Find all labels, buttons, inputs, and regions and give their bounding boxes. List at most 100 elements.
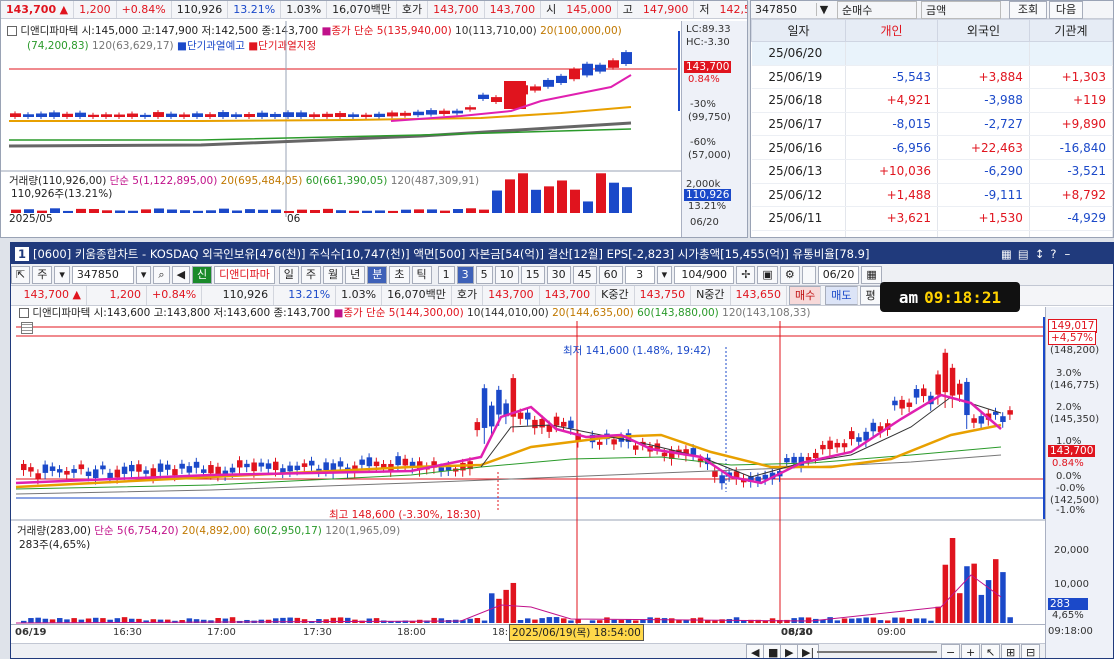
search-icon[interactable]: ⌕ [153,265,170,284]
net-buy-select[interactable]: 순매수 [837,1,917,19]
table-row[interactable]: 25/06/16 -6,956 +22,463 -16,840 [751,135,1113,160]
minimize-icon[interactable]: – [1065,247,1071,261]
main-vol-tag: 283 [1048,598,1088,610]
scroll-right-icon[interactable]: ▶ [780,644,799,658]
interval-button[interactable]: 60 [598,265,623,284]
interval-input[interactable]: 3 [624,265,655,284]
stock-code-input[interactable]: 347850 [71,265,134,284]
pin-icon[interactable]: ↕ [1035,247,1045,261]
candle [309,456,315,471]
interval-button[interactable]: 10 [494,265,519,284]
candle [71,465,77,478]
table-row[interactable]: 25/06/11 +3,621 +1,530 -4,929 [751,206,1113,231]
period-button[interactable]: 초 [389,265,410,284]
volume-bar [337,617,344,623]
candle [330,459,337,479]
table-row[interactable]: 25/06/19 -5,543 +3,884 +1,303 [751,65,1113,90]
zoom-out-icon[interactable]: − [941,644,961,658]
period-button[interactable]: 일 [278,265,299,284]
volume-bar [611,619,617,623]
type-select[interactable]: 주 [32,265,53,284]
candle [849,427,855,446]
table-row[interactable]: 25/06/10+4,358-8,473+3,695 [751,230,1113,237]
period-button[interactable]: 년 [345,265,366,284]
link-icon[interactable]: ▦ [1001,247,1012,261]
volume-bar [863,617,869,623]
interval-button[interactable]: 30 [546,265,571,284]
table-row[interactable]: 25/06/17 -8,015 -2,727 +9,890 [751,112,1113,137]
interval-button[interactable]: 15 [520,265,545,284]
table-row[interactable]: 25/06/20 [751,41,1113,66]
layout-icon[interactable]: ▤ [1018,247,1029,261]
table-row[interactable]: 25/06/12 +1,488 -9,111 +8,792 [751,183,1113,208]
ma120-line [15,454,1002,495]
help-icon[interactable]: ? [1050,247,1056,261]
date-input[interactable]: 06/20 [817,265,860,284]
period-button[interactable]: 분 [367,265,388,284]
scroll-bar[interactable]: ◀ ■ ▶ ▶| − + ↖ ⊞ ⊟ [11,643,1045,658]
scroll-left-icon[interactable]: ◀ [746,644,765,658]
grid-icon[interactable]: ⊞ [1001,644,1021,658]
top-axis-label: -30% [690,99,716,110]
query-button[interactable]: 조회 [1009,1,1047,19]
candle [36,111,47,119]
k-mid-label: K중간 [596,286,635,305]
settings-icon[interactable]: ⚙ [779,265,800,284]
date-checkbox[interactable] [801,265,816,284]
volume-bar [557,180,567,213]
candle [971,414,977,429]
period-button[interactable]: 주 [300,265,322,284]
investor-code-input[interactable]: 347850 [751,3,817,16]
candle [827,436,833,456]
candle [127,111,138,119]
period-button[interactable]: 월 [323,265,344,284]
volume-bar [42,618,49,623]
type-dropdown-icon[interactable]: ▾ [54,265,70,284]
volume-bar [597,620,603,623]
table-row[interactable]: 25/06/13 +10,036 -6,290 -3,521 [751,159,1113,184]
main-ma20-label: 20(144,635,00) [552,307,634,319]
interval-button[interactable]: 45 [572,265,597,284]
interval-button[interactable]: 5 [475,265,493,284]
cursor-icon[interactable]: ↖ [981,644,1001,658]
interval-button[interactable]: 3 [456,265,474,284]
main-turnover: 13.21% [274,286,337,305]
cell-inst: +119 [1029,88,1113,113]
volume-bar [427,209,437,213]
candle [595,62,606,74]
eval-button[interactable]: 평 [859,286,882,305]
menu-icon[interactable]: ⇱ [11,265,31,284]
sell-button[interactable]: 매도 [825,286,858,305]
interval-dropdown-icon[interactable]: ▾ [656,265,673,284]
volume-bar [193,210,203,213]
count-input[interactable]: 104/900 [674,265,735,284]
main-axis-label: (146,775) [1050,380,1100,391]
zoom-slider[interactable] [817,651,937,653]
amount-select[interactable]: 금액 [921,1,1001,19]
cell-date: 25/06/17 [751,112,847,137]
volume-bar [310,209,320,213]
speaker-icon[interactable]: ◀ [171,265,191,284]
main-axis-label: 0.0% [1056,471,1082,482]
window-number: 1 [15,246,29,261]
table-row[interactable]: 25/06/18 +4,921 -3,988 +119 [751,88,1113,113]
volume-bar [301,619,308,623]
calendar-icon[interactable]: ▦ [861,265,882,284]
interval-button[interactable]: 1 [437,265,455,284]
layout-small-icon[interactable]: ⊟ [1021,644,1041,658]
investor-dropdown-icon[interactable]: ▼ [817,3,831,16]
zoom-in-icon[interactable]: + [961,644,981,658]
crosshair-icon[interactable]: ✢ [736,265,756,284]
scroll-end-icon[interactable]: ▶| [797,644,820,658]
grid-toggle-icon[interactable] [21,322,33,334]
candle [218,110,229,119]
save-icon[interactable]: ▣ [757,265,778,284]
code-dropdown-icon[interactable]: ▾ [135,265,152,284]
period-button[interactable]: 틱 [411,265,432,284]
top-turnover: 13.21% [228,1,282,18]
next-button[interactable]: 다음 [1049,1,1083,19]
candle [57,465,63,478]
candle [129,460,135,478]
main-chart-settings-icon[interactable] [19,308,29,318]
buy-button[interactable]: 매수 [789,286,822,305]
